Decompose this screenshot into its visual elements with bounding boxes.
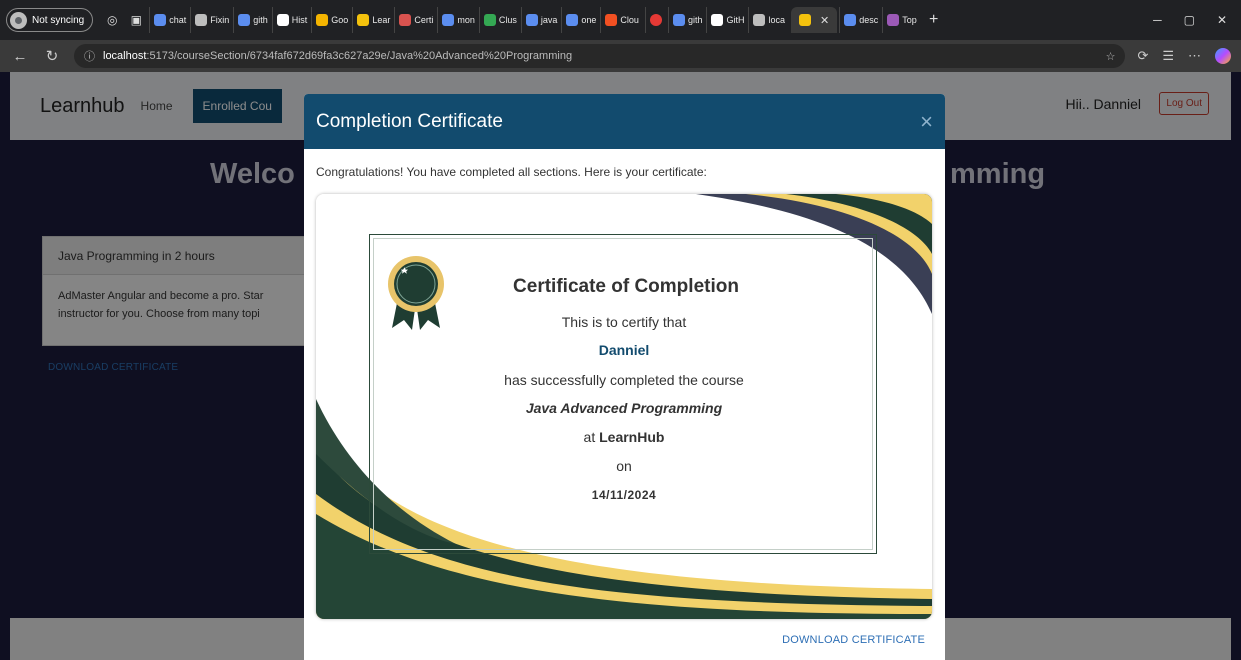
url-input[interactable]: ⓘ localhost:5173/courseSection/6734faf67… <box>74 44 1126 68</box>
new-tab-icon[interactable]: + <box>923 9 945 31</box>
tab-strip: chat Fixin gith Hist Goo Lear Certi mon Clus java… <box>149 7 643 33</box>
minimize-icon[interactable]: ─ <box>1153 13 1162 27</box>
certificate-modal: Completion Certificate × Congratulations… <box>304 94 945 660</box>
tab-favicon-icon <box>276 14 289 26</box>
tab-strip-after: desc Top <box>839 7 921 33</box>
browser-tabbar: Not syncing ◎ ▣ chat Fixin gith Hist Goo Lear… <box>0 0 1241 40</box>
tab-strip-right: gith GitH loca <box>667 7 789 33</box>
tab-favicon-icon <box>887 14 900 26</box>
tab-tabs-11[interactable]: Clou <box>600 7 643 33</box>
download-certificate-button[interactable]: DOWNLOAD CERTIFICATE <box>782 634 925 646</box>
tab-tabs-10[interactable]: one <box>561 7 600 33</box>
tab-label: Fixin <box>210 15 230 25</box>
tab-favicon-icon <box>399 14 412 26</box>
tab-label: Clou <box>620 15 639 25</box>
on-text: on <box>616 458 632 474</box>
reload-icon[interactable]: ↻ <box>42 47 62 65</box>
tab-tabs_after-1[interactable]: Top <box>882 7 921 33</box>
tab-favicon-icon <box>753 14 766 26</box>
learnhub-favicon-icon <box>798 14 811 26</box>
tab-tabs_right-0[interactable]: gith <box>667 7 707 33</box>
issuer-name: LearnHub <box>599 429 665 445</box>
congrats-message: Congratulations! You have completed all … <box>316 165 707 179</box>
profile-label: Not syncing <box>32 14 85 26</box>
tab-label: Hist <box>291 15 308 25</box>
at-text: at <box>583 429 596 445</box>
url-host: localhost <box>103 50 147 62</box>
address-bar: ← ↻ ⓘ localhost:5173/courseSection/6734f… <box>0 40 1241 72</box>
tab-favicon-icon <box>566 14 579 26</box>
certificate-image: Certificate of Completion This is to cer… <box>316 194 932 619</box>
back-icon[interactable]: ← <box>10 48 30 65</box>
tab-label: one <box>581 15 597 25</box>
close-icon[interactable]: × <box>920 109 933 135</box>
tab-label: Goo <box>331 15 349 25</box>
tab-tabs-3[interactable]: Hist <box>271 7 312 33</box>
window-controls: ─ ▢ ✕ <box>1153 13 1235 27</box>
tab-tabs-1[interactable]: Fixin <box>190 7 233 33</box>
more-icon[interactable]: ⋯ <box>1188 48 1201 64</box>
tab-favicon-icon <box>525 14 538 26</box>
tab-tabs_after-0[interactable]: desc <box>839 7 882 33</box>
tab-label: gith <box>253 15 268 25</box>
tab-tabs_right-2[interactable]: loca <box>748 7 789 33</box>
tab-label: Lear <box>372 15 391 25</box>
site-info-icon[interactable]: ⓘ <box>84 48 95 64</box>
tab-tabs-0[interactable]: chat <box>149 7 190 33</box>
copilot-icon[interactable] <box>1215 48 1231 64</box>
tab-active[interactable]: ✕ <box>790 7 838 33</box>
certificate-heading: Certificate of Completion <box>513 276 739 297</box>
tab-favicon-icon <box>672 14 685 26</box>
tab-favicon-icon <box>442 14 455 26</box>
url-path: :5173/courseSection/6734faf672d69fa3c627… <box>146 50 573 62</box>
profile-avatar-icon <box>10 11 27 29</box>
tab-tabs_right-1[interactable]: GitH <box>706 7 748 33</box>
course-name: Java Advanced Programming <box>525 400 723 416</box>
extensions-icon[interactable]: ⟳ <box>1137 48 1148 64</box>
close-tab-icon[interactable]: ✕ <box>820 14 829 27</box>
tab-label: Certi <box>414 15 434 25</box>
modal-title: Completion Certificate <box>316 110 503 132</box>
toolbar-icons: ⟳ ☰ ⋯ <box>1137 48 1231 64</box>
modal-header: Completion Certificate × <box>304 94 945 149</box>
tab-favicon-icon <box>238 14 251 26</box>
completion-date: 14/11/2024 <box>591 488 657 502</box>
tab-tabs-4[interactable]: Goo <box>311 7 352 33</box>
tab-label: Clus <box>498 15 517 25</box>
workspaces-icon[interactable]: ◎ <box>101 9 123 31</box>
tab-favicon-icon <box>357 14 370 26</box>
tab-favicon-icon <box>844 14 857 26</box>
favorites-icon[interactable]: ☰ <box>1162 48 1174 64</box>
tab-label: desc <box>859 15 879 25</box>
tab-label: mon <box>457 15 475 25</box>
tab-label: GitH <box>726 15 745 25</box>
restore-icon[interactable]: ▢ <box>1184 13 1195 27</box>
tab-tabs-9[interactable]: java <box>520 7 562 33</box>
recipient-name: Danniel <box>598 342 650 358</box>
tab-tabs-7[interactable]: mon <box>437 7 479 33</box>
tab-label: loca <box>768 15 785 25</box>
tab-favicon-icon <box>711 14 724 26</box>
tab-label: gith <box>687 15 703 25</box>
tab-actions-icon[interactable]: ▣ <box>125 9 147 31</box>
tab-favicon-icon <box>195 14 208 26</box>
tab-tabs-6[interactable]: Certi <box>394 7 437 33</box>
close-window-icon[interactable]: ✕ <box>1217 13 1227 27</box>
certify-text: This is to certify that <box>561 314 687 330</box>
tab-favicon-icon <box>483 14 496 26</box>
profile-button[interactable]: Not syncing <box>6 8 94 32</box>
tab-tabs-8[interactable]: Clus <box>478 7 521 33</box>
tab-favicon-icon <box>154 14 167 26</box>
tab-tabs-2[interactable]: gith <box>233 7 272 33</box>
tab-tabs-5[interactable]: Lear <box>352 7 394 33</box>
tab-recording[interactable] <box>644 7 666 33</box>
tab-favicon-icon <box>605 14 618 26</box>
issuer-line: at LearnHub <box>416 429 832 445</box>
tab-label: chat <box>169 15 187 25</box>
tab-label: java <box>540 15 558 25</box>
tab-favicon-icon <box>316 14 329 26</box>
favorite-star-icon[interactable]: ☆ <box>1106 50 1116 63</box>
completed-text: has successfully completed the course <box>504 372 744 388</box>
tab-label: Top <box>902 15 917 25</box>
